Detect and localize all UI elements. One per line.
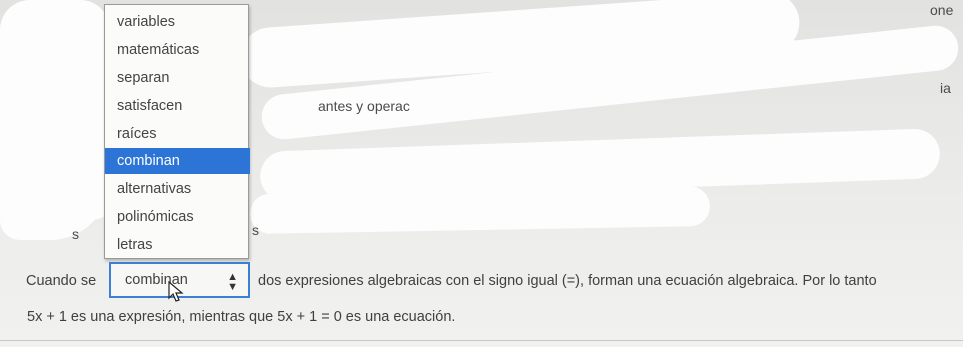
dropdown-option[interactable]: separan — [105, 65, 250, 91]
mouse-pointer-icon — [168, 281, 184, 302]
text-fragment: one — [930, 2, 954, 18]
sentence-text-before: Cuando se — [26, 273, 97, 289]
sentence-text-after: dos expresiones algebraicas con el signo… — [258, 273, 877, 289]
divider — [0, 340, 963, 341]
up-down-chevron-icon: ▲ ▼ — [227, 271, 238, 293]
dropdown-option[interactable]: matemáticas — [105, 37, 250, 63]
dropdown-option[interactable]: variables — [105, 9, 250, 35]
sentence-line-2: 5x + 1 es una expresión, mientras que 5x… — [27, 309, 456, 325]
dropdown-option[interactable]: alternativas — [105, 176, 250, 202]
text-fragment: s — [72, 226, 79, 242]
dropdown-option[interactable]: satisfacen — [105, 93, 250, 119]
dropdown-options-list[interactable]: variables matemáticas separan satisfacen… — [104, 4, 250, 259]
dropdown-option-selected[interactable]: combinan — [105, 148, 250, 174]
text-fragment: ia — [940, 80, 951, 96]
scribble-mark — [0, 160, 120, 220]
dropdown-option[interactable]: raíces — [105, 121, 250, 147]
dropdown-option[interactable]: letras — [105, 232, 250, 258]
text-fragment: s — [252, 222, 259, 238]
dropdown-option[interactable]: polinómicas — [105, 204, 250, 230]
scribble-mark — [249, 185, 711, 235]
text-fragment: antes y operac — [318, 98, 410, 114]
